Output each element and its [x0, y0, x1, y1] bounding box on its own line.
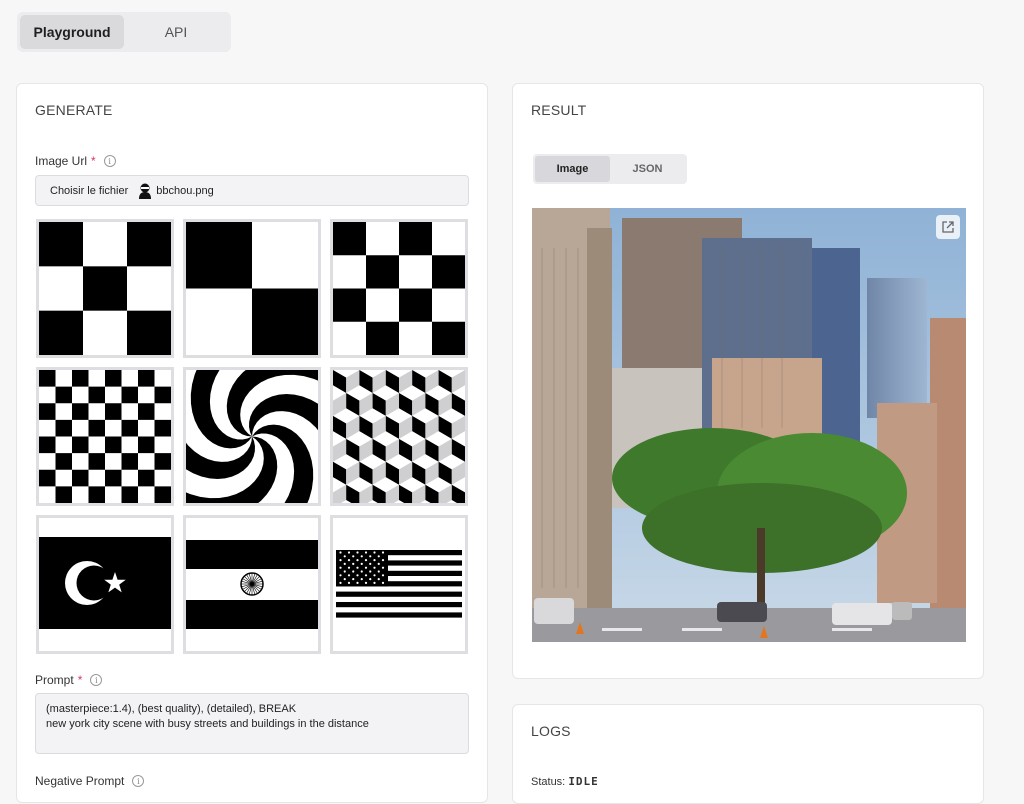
logs-title: LOGS [531, 723, 571, 739]
result-panel: RESULT Image JSON [512, 83, 984, 679]
preset-checker-8x8[interactable] [36, 367, 174, 506]
required-marker: * [77, 673, 83, 687]
open-external-button[interactable] [936, 215, 960, 239]
prompt-label: Prompt * i [35, 673, 103, 687]
generated-image [532, 208, 966, 642]
info-icon[interactable]: i [103, 155, 116, 167]
logs-panel: LOGS Status: IDLE [512, 704, 984, 804]
image-url-file-input[interactable]: Choisir le fichier bbchou.png [35, 175, 469, 206]
choose-file-button[interactable]: Choisir le fichier [50, 185, 128, 197]
negative-prompt-label: Negative Prompt i [35, 774, 145, 788]
selected-file-name: bbchou.png [156, 184, 214, 197]
required-marker: * [91, 154, 96, 168]
file-thumbnail-icon [138, 183, 152, 199]
generate-title: GENERATE [35, 102, 113, 118]
tab-json[interactable]: JSON [610, 156, 685, 182]
info-icon[interactable]: i [132, 775, 145, 787]
mode-tabs: Playground API [17, 12, 231, 52]
preset-flag-chakra[interactable] [183, 515, 321, 654]
external-link-icon [942, 221, 954, 233]
preset-image-grid [36, 219, 468, 654]
preset-flag-stars-stripes[interactable] [330, 515, 468, 654]
tab-playground[interactable]: Playground [20, 15, 124, 49]
image-url-label: Image Url * i [35, 154, 116, 168]
preset-checker-2x2[interactable] [183, 219, 321, 358]
preset-isometric-cubes[interactable] [330, 367, 468, 506]
tab-api[interactable]: API [124, 15, 228, 49]
info-icon[interactable]: i [90, 674, 103, 686]
generate-panel: GENERATE Image Url * i Choisir le fichie… [16, 83, 488, 803]
preset-checker-3x3[interactable] [36, 219, 174, 358]
result-title: RESULT [531, 102, 587, 118]
prompt-textarea[interactable]: (masterpiece:1.4), (best quality), (deta… [35, 693, 469, 754]
preset-spiral[interactable] [183, 367, 321, 506]
preset-checker-4x4[interactable] [330, 219, 468, 358]
result-view-tabs: Image JSON [533, 154, 687, 184]
preset-flag-crescent-star[interactable] [36, 515, 174, 654]
tab-image[interactable]: Image [535, 156, 610, 182]
